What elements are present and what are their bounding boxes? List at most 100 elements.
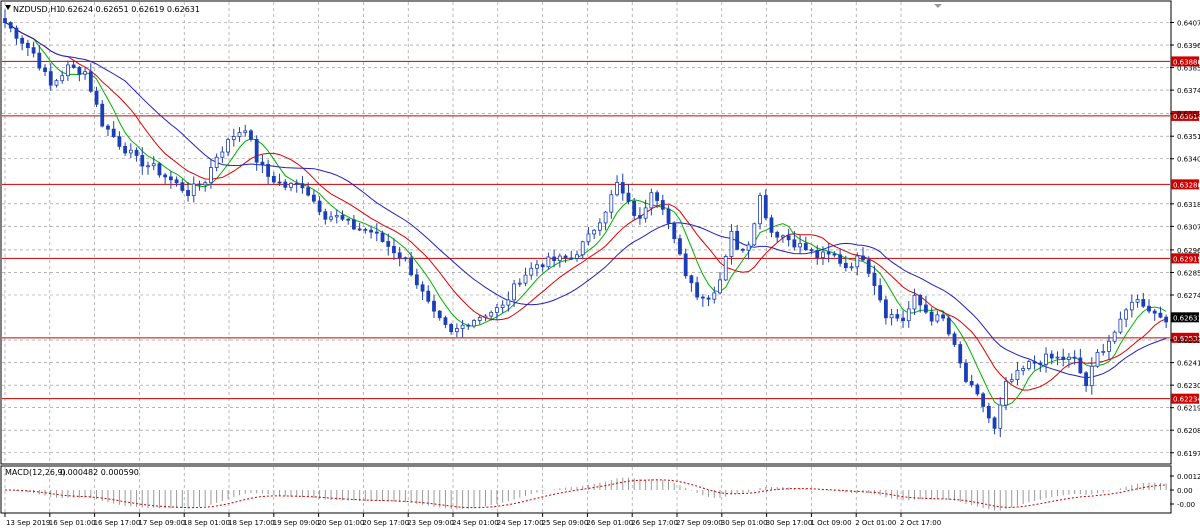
candle-body: [174, 179, 179, 184]
candle-body: [535, 264, 539, 269]
candle-body: [735, 230, 740, 250]
candle-body: [1015, 369, 1020, 381]
candle-body: [821, 251, 825, 258]
candle-body: [71, 64, 76, 68]
candle-body: [392, 245, 396, 254]
candle-body: [626, 192, 631, 202]
candle-body: [77, 67, 82, 75]
candle-body: [815, 250, 820, 258]
y-tick-label: 0.62410: [1177, 360, 1200, 368]
candle-body: [3, 18, 7, 23]
candle-body: [266, 164, 271, 177]
candle-body: [1147, 305, 1151, 312]
candle-body: [1124, 309, 1129, 320]
candle-body: [48, 71, 53, 86]
candle-body: [569, 257, 574, 260]
candle-body: [168, 176, 173, 181]
ohlc-label: 0.62624 0.62651 0.62619 0.62631: [60, 5, 200, 14]
candle-body: [83, 71, 87, 75]
candle-body: [649, 192, 654, 209]
candle-body: [655, 192, 659, 201]
symbol-label: NZDUSD,H1: [13, 5, 61, 14]
y-tick-label: 0.62740: [1177, 292, 1200, 300]
candle-body: [323, 211, 328, 220]
candle-body: [1049, 353, 1054, 359]
candle-body: [1067, 356, 1071, 360]
candle-body: [94, 90, 99, 105]
candle-body: [746, 244, 751, 251]
candle-body: [986, 406, 991, 419]
macd-tick-label: 0.00122: [1177, 473, 1200, 481]
candle-body: [357, 228, 362, 231]
y-tick-label: 0.61970: [1177, 450, 1200, 458]
candle-body: [849, 266, 854, 269]
candle-body: [740, 248, 745, 251]
candle-body: [277, 181, 282, 184]
candle-body: [209, 167, 213, 184]
macd-label: MACD(12,26,9): [5, 468, 66, 477]
main-plot-area[interactable]: [0, 0, 1172, 465]
x-tick-label: 26 Sep 01:00: [586, 519, 633, 527]
candle-body: [66, 64, 70, 77]
candle-body: [254, 139, 259, 163]
candle-body: [958, 344, 963, 364]
candle-body: [454, 328, 459, 333]
candle-body: [489, 311, 494, 317]
y-tick-label: 0.63625: [1177, 111, 1200, 119]
x-tick-label: 1 Oct 09:00: [810, 519, 851, 527]
candle-body: [1152, 310, 1157, 314]
candle-body: [557, 255, 562, 261]
candle-body: [1101, 350, 1106, 353]
x-tick-label: 17 Sep 09:00: [138, 519, 185, 527]
candle-body: [1055, 356, 1060, 359]
candle-body: [729, 230, 734, 257]
x-tick-label: 25 Sep 09:00: [542, 519, 589, 527]
candle-body: [1089, 365, 1094, 387]
candle-body: [197, 183, 202, 186]
candle-body: [214, 156, 219, 168]
candle-body: [426, 290, 431, 302]
candle-body: [271, 176, 276, 183]
candle-body: [54, 80, 59, 86]
candle-body: [134, 149, 139, 156]
candle-body: [495, 307, 499, 313]
x-tick-label: 24 Sep 01:00: [452, 519, 499, 527]
candle-body: [678, 238, 682, 255]
candle-body: [414, 274, 419, 286]
level-price-label: 0.62234: [1173, 396, 1200, 404]
candle-body: [781, 235, 785, 238]
candle-body: [964, 362, 968, 382]
candle-body: [449, 324, 454, 333]
y-tick-label: 0.63740: [1177, 87, 1200, 95]
candle-body: [60, 75, 65, 82]
candle-body: [477, 317, 482, 321]
chart-window[interactable]: 0.638800.636140.632800.629190.625310.622…: [0, 0, 1200, 531]
candle-body: [243, 130, 248, 133]
candle-body: [540, 264, 545, 268]
candle-body: [1078, 357, 1083, 374]
candle-body: [586, 233, 591, 243]
candle-body: [861, 255, 865, 261]
candle-body: [872, 272, 877, 286]
candle-body: [306, 187, 311, 196]
candle-body: [975, 384, 980, 395]
candle-body: [191, 183, 196, 196]
candle-body: [1158, 312, 1163, 318]
candle-body: [924, 304, 928, 313]
candle-body: [803, 243, 808, 251]
x-tick-label: 19 Sep 09:00: [273, 519, 320, 527]
candle-body: [397, 252, 402, 259]
candle-body: [666, 208, 671, 224]
candle-body: [838, 254, 843, 264]
y-tick-label: 0.62300: [1177, 382, 1200, 390]
candle-body: [632, 201, 637, 216]
candle-body: [483, 315, 488, 318]
y-tick-label: 0.62080: [1177, 427, 1200, 435]
candle-body: [683, 253, 688, 277]
candle-body: [620, 182, 625, 194]
x-tick-label: 20 Sep 17:00: [362, 519, 409, 527]
candle-body: [809, 249, 814, 252]
candle-body: [1084, 372, 1088, 387]
candle-body: [249, 130, 253, 140]
candle-body: [334, 215, 339, 218]
